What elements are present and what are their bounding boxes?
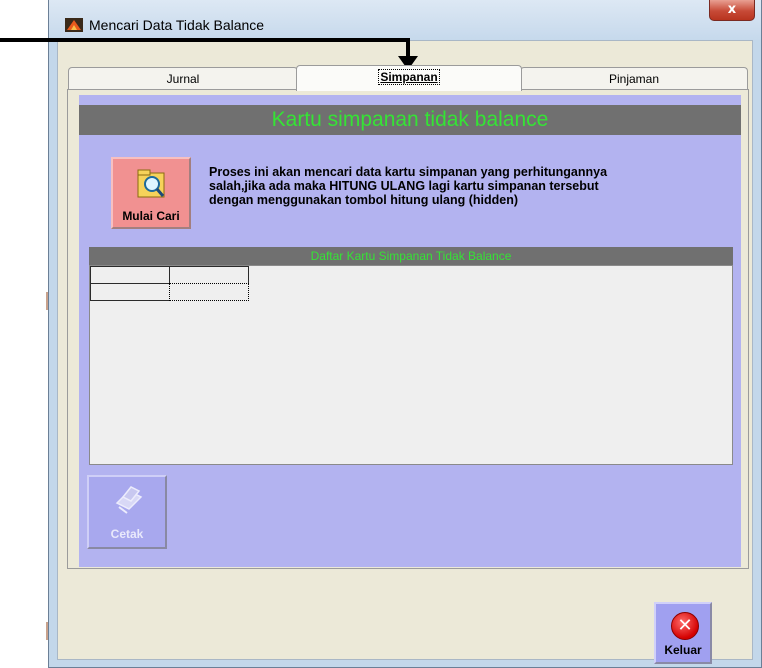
annotation-arrow-stem — [406, 38, 410, 58]
info-line: Proses ini akan mencari data kartu simpa… — [209, 165, 608, 179]
panel-header: Kartu simpanan tidak balance — [79, 105, 741, 135]
dialog-window: Mencari Data Tidak Balance x Jurnal Simp… — [48, 0, 762, 668]
annotation-arrow-line — [0, 38, 410, 42]
exit-button[interactable]: ✕ Keluar — [654, 602, 712, 664]
app-icon — [65, 18, 83, 32]
info-text: Proses ini akan mencari data kartu simpa… — [209, 165, 719, 207]
tab-label: Simpanan — [378, 69, 440, 85]
close-button[interactable]: x — [709, 0, 755, 21]
grid-cell[interactable] — [169, 266, 249, 284]
magnifier-icon — [137, 169, 165, 198]
title-bar[interactable]: Mencari Data Tidak Balance x — [49, 0, 761, 40]
tab-label: Pinjaman — [608, 72, 660, 86]
content-panel: Kartu simpanan tidak balance Mulai Cari … — [79, 95, 741, 567]
print-button[interactable]: Cetak — [87, 475, 167, 549]
window-title: Mencari Data Tidak Balance — [89, 17, 265, 33]
exit-button-label: Keluar — [664, 643, 702, 657]
data-grid[interactable] — [89, 265, 733, 465]
print-button-label: Cetak — [110, 527, 144, 541]
info-line: salah,jika ada maka HITUNG ULANG lagi ka… — [209, 179, 599, 193]
list-header: Daftar Kartu Simpanan Tidak Balance — [89, 247, 733, 265]
info-line: dengan menggunakan tombol hitung ulang (… — [209, 193, 519, 207]
tab-simpanan[interactable]: Simpanan — [296, 65, 522, 91]
close-circle-icon: ✕ — [671, 612, 699, 640]
tab-jurnal[interactable]: Jurnal — [68, 67, 298, 89]
search-button-label: Mulai Cari — [122, 209, 180, 223]
tab-label: Jurnal — [166, 72, 200, 86]
grid-cell[interactable] — [90, 266, 170, 284]
background-strip — [0, 0, 48, 668]
grid-cell-selected[interactable] — [169, 283, 249, 301]
grid-cell[interactable] — [90, 283, 170, 301]
search-button[interactable]: Mulai Cari — [111, 157, 191, 229]
close-icon: x — [727, 2, 737, 17]
tab-pinjaman[interactable]: Pinjaman — [520, 67, 748, 89]
printer-icon — [115, 486, 143, 514]
